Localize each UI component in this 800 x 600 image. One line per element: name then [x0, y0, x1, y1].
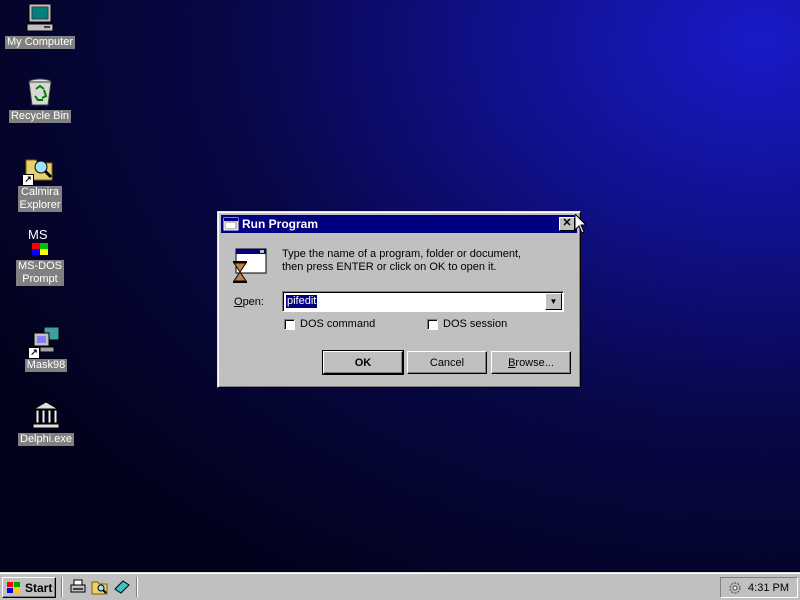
dos-session-label: DOS session — [443, 318, 508, 330]
browse-label-rest: rowse... — [515, 356, 554, 369]
windows-logo-icon — [6, 581, 22, 595]
close-button[interactable]: ✕ — [559, 217, 575, 231]
shortcut-arrow-icon: ↗ — [28, 347, 40, 359]
browse-button-label: Browse... — [508, 357, 554, 369]
desktop-icon-label: My Computer — [4, 36, 76, 49]
taskbar-clock[interactable]: 4:31 PM — [748, 582, 789, 594]
taskbar: Start 4:31 PM — [0, 572, 800, 600]
open-input-value[interactable]: pifedit — [286, 295, 318, 308]
start-label: Start — [25, 580, 53, 595]
quicklaunch-printer-icon[interactable] — [69, 579, 87, 595]
delphi-icon — [30, 399, 62, 431]
recycle-bin-icon — [24, 76, 56, 108]
open-label: Open: — [234, 296, 264, 308]
desktop-icon-label: Delphi.exe — [18, 433, 74, 446]
computer-icon — [24, 2, 56, 34]
dialog-title: Run Program — [242, 217, 319, 231]
cancel-button[interactable]: Cancel — [407, 351, 487, 374]
explorer-icon: ↗ — [22, 152, 56, 186]
mouse-cursor-icon — [574, 212, 588, 234]
cancel-button-label: Cancel — [429, 356, 465, 369]
description-line-1: Type the name of a program, folder or do… — [282, 248, 522, 260]
mask98-icon: ↗ — [28, 325, 62, 359]
description-line-2: then press ENTER or click on OK to open … — [282, 261, 497, 273]
tray-settings-icon[interactable] — [727, 580, 743, 596]
dos-command-label: DOS command — [300, 318, 376, 330]
desktop-icon-delphi[interactable]: Delphi.exe — [8, 399, 84, 446]
dropdown-button[interactable]: ▼ — [545, 293, 562, 310]
desktop-icon-label: Mask98 — [24, 359, 68, 372]
open-combobox[interactable]: pifedit ▼ — [282, 291, 564, 312]
taskbar-separator — [136, 577, 138, 597]
ok-button-label: OK — [354, 356, 372, 369]
msdos-icon: MS — [24, 226, 56, 258]
quicklaunch-disk-icon[interactable] — [113, 579, 131, 595]
desktop-icon-msdos-prompt[interactable]: MS MS-DOS Prompt — [2, 226, 78, 286]
run-icon — [223, 216, 239, 232]
desktop-icon-label: Recycle Bin — [8, 110, 72, 123]
dialog-description: Type the name of a program, folder or do… — [282, 248, 521, 274]
svg-text:MS: MS — [28, 227, 48, 242]
dos-command-checkbox[interactable]: DOS command — [284, 318, 375, 330]
chevron-down-icon: ▼ — [549, 297, 558, 306]
desktop-icon-calmira-explorer[interactable]: ↗ Calmira Explorer — [2, 152, 78, 212]
desktop-icon-label: Calmira Explorer — [17, 186, 63, 212]
quicklaunch-explorer-icon[interactable] — [91, 579, 109, 595]
desktop-icon-my-computer[interactable]: My Computer — [2, 2, 78, 49]
close-icon: ✕ — [562, 217, 572, 229]
taskbar-separator — [61, 577, 63, 597]
browse-button[interactable]: Browse... — [491, 351, 571, 374]
checkbox-box[interactable] — [284, 318, 295, 330]
desktop-icon-mask98[interactable]: ↗ Mask98 — [8, 325, 84, 372]
open-label-rest: pen: — [242, 296, 264, 308]
start-button[interactable]: Start — [2, 577, 56, 598]
ok-button[interactable]: OK — [322, 350, 404, 375]
dialog-titlebar[interactable]: Run Program ✕ — [221, 215, 577, 233]
system-tray: 4:31 PM — [720, 577, 798, 598]
desktop-icon-recycle-bin[interactable]: Recycle Bin — [2, 76, 78, 123]
checkbox-box[interactable] — [427, 318, 438, 330]
shortcut-arrow-icon: ↗ — [22, 174, 34, 186]
run-program-dialog: Run Program ✕ Type the name of a program… — [217, 211, 581, 388]
run-program-icon — [232, 247, 268, 283]
dos-session-checkbox[interactable]: DOS session — [427, 318, 507, 330]
open-label-accesskey: O — [234, 296, 243, 308]
desktop-icon-label: MS-DOS Prompt — [16, 260, 64, 286]
